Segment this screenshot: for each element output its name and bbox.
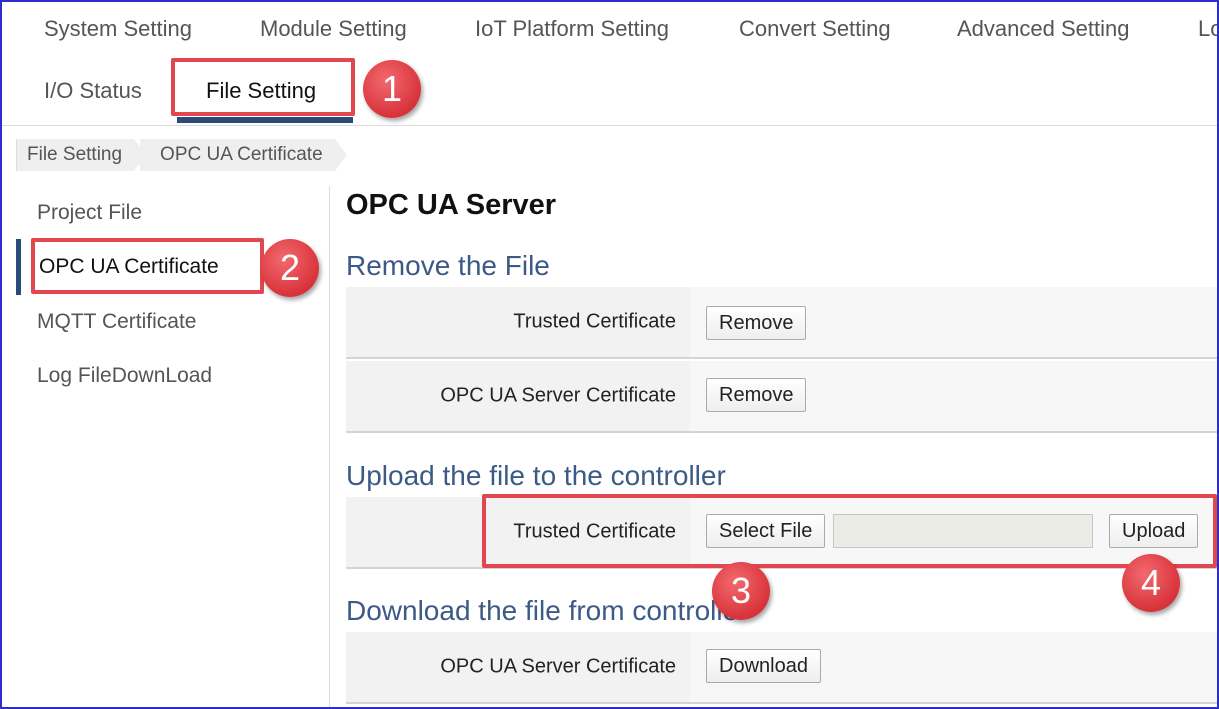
callout-number-1: 1 [363, 60, 421, 118]
callout-number-4: 4 [1122, 554, 1180, 612]
section-title-remove: Remove the File [346, 250, 550, 281]
download-server-cert-row: OPC UA Server Certificate Download [346, 632, 1217, 704]
nav-advanced-setting[interactable]: Advanced Setting [957, 16, 1129, 42]
sidebar-item-project-file[interactable]: Project File [37, 201, 142, 225]
row-label: Trusted Certificate [513, 310, 676, 333]
callout-number-3: 3 [712, 562, 770, 620]
label-cell: Trusted Certificate [346, 287, 690, 357]
page-title: OPC UA Server [346, 189, 557, 221]
nav-system-setting[interactable]: System Setting [44, 16, 192, 42]
remove-trusted-row: Trusted Certificate Remove [346, 287, 1217, 359]
nav-convert-setting[interactable]: Convert Setting [739, 16, 891, 42]
download-button[interactable]: Download [706, 649, 821, 683]
app-frame: System Setting Module Setting IoT Platfo… [0, 0, 1219, 709]
nav-io-status[interactable]: I/O Status [44, 78, 142, 104]
section-title-upload: Upload the file to the controller [346, 460, 726, 491]
callout-number-2: 2 [261, 239, 319, 297]
active-tab-underline [177, 117, 353, 123]
breadcrumb: File Setting OPC UA Certificate [16, 139, 347, 171]
remove-server-cert-row: OPC UA Server Certificate Remove [346, 361, 1217, 433]
label-cell: OPC UA Server Certificate [346, 632, 690, 702]
breadcrumb-file-setting[interactable]: File Setting [16, 139, 147, 171]
callout-box-2 [31, 238, 264, 294]
nav-log-setting[interactable]: Lo [1198, 16, 1217, 42]
sidebar-active-indicator [16, 239, 21, 295]
label-cell: OPC UA Server Certificate [346, 361, 690, 431]
remove-server-cert-button[interactable]: Remove [706, 378, 807, 412]
nav-divider [2, 125, 1217, 126]
value-cell: Remove [690, 361, 1217, 431]
row-label: OPC UA Server Certificate [440, 655, 676, 678]
callout-box-3-4 [482, 494, 1217, 568]
breadcrumb-opc-ua-certificate[interactable]: OPC UA Certificate [140, 139, 347, 171]
section-title-download: Download the file from controller [346, 595, 748, 626]
nav-module-setting[interactable]: Module Setting [260, 16, 407, 42]
value-cell: Remove [690, 287, 1217, 357]
sidebar-item-log-filedownload[interactable]: Log FileDownLoad [37, 364, 212, 388]
row-label: OPC UA Server Certificate [440, 384, 676, 407]
sidebar-item-mqtt-certificate[interactable]: MQTT Certificate [37, 310, 196, 334]
callout-box-1 [171, 58, 355, 116]
value-cell: Download [690, 632, 1217, 702]
remove-trusted-button[interactable]: Remove [706, 306, 807, 340]
nav-iot-platform-setting[interactable]: IoT Platform Setting [475, 16, 669, 42]
